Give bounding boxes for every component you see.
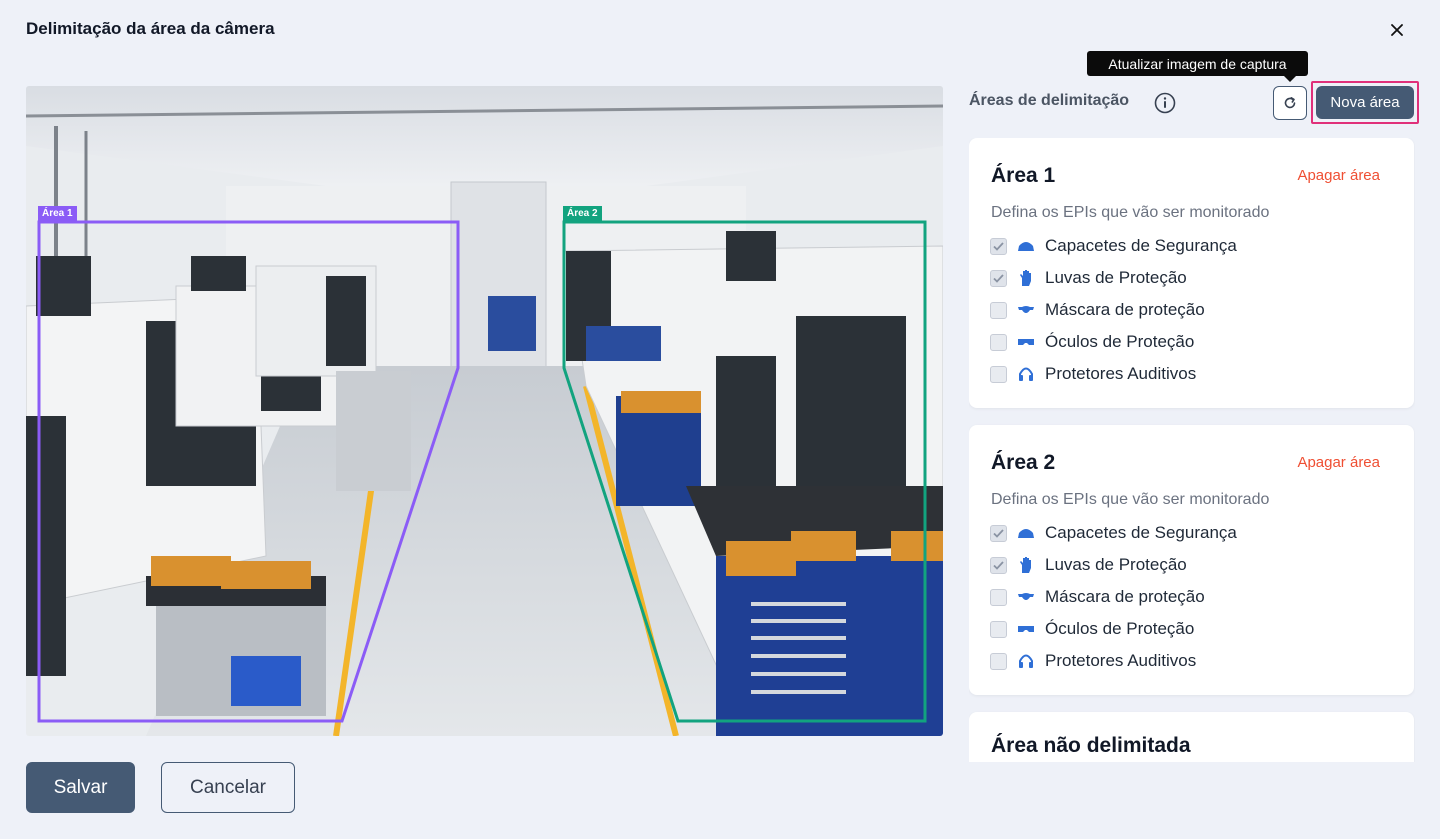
helmet-icon	[1017, 524, 1035, 542]
modal-title: Delimitação da área da câmera	[26, 19, 275, 38]
mask-icon	[1017, 588, 1035, 606]
epi-label: Protetores Auditivos	[1045, 364, 1197, 383]
helmet-icon	[1017, 237, 1035, 255]
refresh-capture-button[interactable]	[1273, 86, 1307, 120]
zone-2-label: Área 2	[563, 206, 602, 221]
area-subtitle: Defina os EPIs que vão ser monitorado	[991, 204, 1270, 221]
delete-area-link[interactable]: Apagar área	[1297, 167, 1380, 184]
close-button[interactable]	[1386, 19, 1408, 41]
epi-label: Luvas de Proteção	[1045, 555, 1187, 574]
epi-helmet[interactable]: Capacetes de Segurança	[990, 517, 1237, 549]
goggles-icon	[1017, 620, 1035, 638]
epi-hearing[interactable]: Protetores Auditivos	[990, 645, 1237, 677]
save-button[interactable]: Salvar	[26, 762, 135, 813]
checkbox-checked[interactable]	[990, 524, 1007, 542]
factory-scene	[26, 86, 943, 736]
epi-mask[interactable]: Máscara de proteção	[990, 294, 1237, 326]
panel-title: Áreas de delimitação	[969, 92, 1130, 109]
glove-icon	[1017, 556, 1035, 574]
info-icon[interactable]	[1154, 92, 1176, 114]
epi-goggles[interactable]: Óculos de Proteção	[990, 613, 1237, 645]
epi-label: Protetores Auditivos	[1045, 651, 1197, 670]
delete-area-link[interactable]: Apagar área	[1297, 454, 1380, 471]
checkbox[interactable]	[990, 588, 1007, 606]
epi-label: Óculos de Proteção	[1045, 619, 1195, 638]
epi-hearing[interactable]: Protetores Auditivos	[990, 358, 1237, 390]
glove-icon	[1017, 269, 1035, 287]
checkbox[interactable]	[990, 301, 1007, 319]
checkbox-checked[interactable]	[990, 237, 1007, 255]
epi-mask[interactable]: Máscara de proteção	[990, 581, 1237, 613]
refresh-icon	[1284, 97, 1296, 109]
epi-gloves[interactable]: Luvas de Proteção	[990, 549, 1237, 581]
epi-list: Capacetes de Segurança Luvas de Proteção…	[990, 517, 1237, 677]
close-icon	[1391, 24, 1403, 36]
epi-label: Óculos de Proteção	[1045, 332, 1195, 351]
epi-label: Luvas de Proteção	[1045, 268, 1187, 287]
checkbox[interactable]	[990, 620, 1007, 638]
area-title: Área 2	[991, 451, 1056, 474]
epi-list: Capacetes de Segurança Luvas de Proteção…	[990, 230, 1237, 390]
zone-1-label: Área 1	[38, 206, 77, 221]
cancel-button[interactable]: Cancelar	[161, 762, 295, 813]
headphones-icon	[1017, 365, 1035, 383]
goggles-icon	[1017, 333, 1035, 351]
epi-gloves[interactable]: Luvas de Proteção	[990, 262, 1237, 294]
area-card-1: Área 1 Apagar área Defina os EPIs que vã…	[969, 138, 1414, 408]
headphones-icon	[1017, 652, 1035, 670]
area-subtitle: Defina os EPIs que vão ser monitorado	[991, 491, 1270, 508]
checkbox-checked[interactable]	[990, 269, 1007, 287]
checkbox[interactable]	[990, 333, 1007, 351]
area-title: Área não delimitada	[991, 734, 1191, 757]
epi-label: Capacetes de Segurança	[1045, 523, 1237, 542]
checkbox[interactable]	[990, 365, 1007, 383]
new-area-button[interactable]: Nova área	[1316, 86, 1414, 119]
epi-label: Máscara de proteção	[1045, 587, 1205, 606]
checkbox-checked[interactable]	[990, 556, 1007, 574]
area-card-undelimited: Área não delimitada	[969, 712, 1414, 762]
epi-label: Capacetes de Segurança	[1045, 236, 1237, 255]
tooltip: Atualizar imagem de captura	[1087, 51, 1308, 82]
area-card-2: Área 2 Apagar área Defina os EPIs que vã…	[969, 425, 1414, 695]
epi-helmet[interactable]: Capacetes de Segurança	[990, 230, 1237, 262]
epi-goggles[interactable]: Óculos de Proteção	[990, 326, 1237, 358]
mask-icon	[1017, 301, 1035, 319]
checkbox[interactable]	[990, 652, 1007, 670]
areas-list[interactable]: Área 1 Apagar área Defina os EPIs que vã…	[969, 138, 1415, 762]
epi-label: Máscara de proteção	[1045, 300, 1205, 319]
camera-capture-image: Área 1 Área 2	[26, 86, 943, 736]
area-title: Área 1	[991, 164, 1056, 187]
